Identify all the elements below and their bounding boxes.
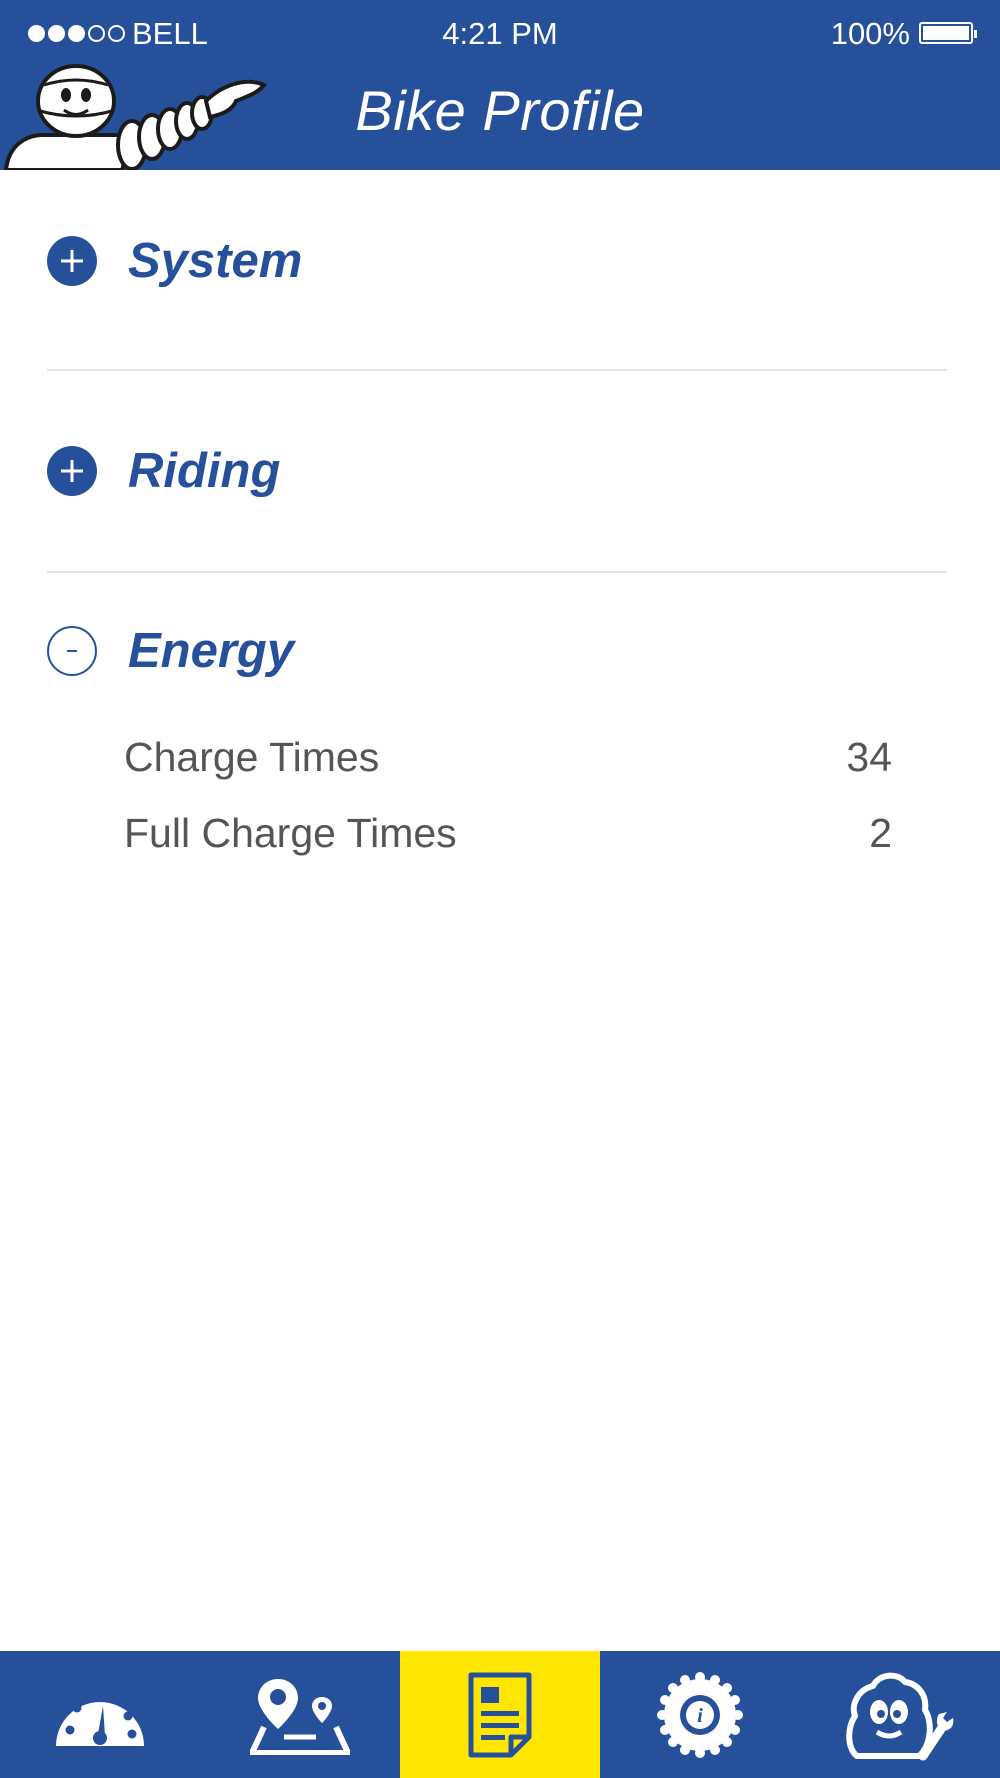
row-label: Full Charge Times	[124, 810, 457, 856]
page-title: Bike Profile	[355, 79, 645, 142]
row-value: 2	[869, 810, 892, 856]
divider	[47, 571, 947, 573]
section-riding[interactable]: Riding	[47, 443, 280, 499]
mascot-tools-icon	[846, 1672, 954, 1760]
document-icon	[468, 1672, 532, 1757]
map-route-icon	[250, 1678, 350, 1755]
tire-info-icon: i	[657, 1671, 743, 1758]
nav-tire-info[interactable]: i	[600, 1651, 800, 1778]
list-item: Full Charge Times 2	[124, 810, 892, 857]
row-label: Charge Times	[124, 734, 380, 780]
nav-map[interactable]	[200, 1651, 400, 1778]
expand-plus-icon[interactable]	[47, 236, 97, 286]
mascot-icon	[3, 64, 268, 170]
section-title-energy: Energy	[128, 624, 295, 678]
bottom-nav: i	[0, 1651, 1000, 1778]
divider	[47, 369, 947, 371]
section-title-riding: Riding	[128, 444, 281, 498]
row-value: 34	[846, 734, 892, 780]
nav-dashboard[interactable]	[0, 1651, 200, 1778]
section-system[interactable]: System	[47, 233, 302, 289]
expand-plus-icon[interactable]	[47, 446, 97, 496]
section-title-system: System	[128, 234, 303, 288]
app-header: BELL 4:21 PM 100% Bike Profile	[0, 0, 1000, 170]
svg-text:i: i	[697, 1705, 703, 1727]
nav-bike-profile[interactable]	[400, 1651, 600, 1778]
battery-icon	[919, 22, 977, 44]
list-item: Charge Times 34	[124, 734, 892, 781]
battery-percentage: 100%	[830, 16, 910, 51]
speedometer-icon	[56, 1692, 144, 1746]
section-energy[interactable]: Energy	[47, 623, 294, 679]
collapse-minus-icon[interactable]	[47, 626, 97, 676]
nav-settings[interactable]	[800, 1651, 1000, 1778]
